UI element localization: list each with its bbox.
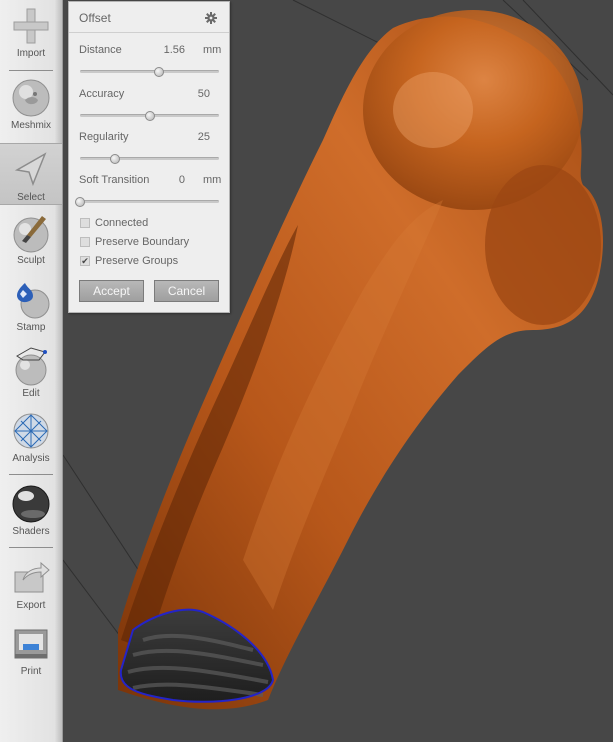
soft-transition-value[interactable]: 0 [179,174,185,186]
distance-slider-track[interactable] [80,67,219,77]
distance-unit: mm [203,44,222,56]
tool-label: Sculpt [17,255,45,266]
tool-stamp[interactable]: Stamp [0,280,62,333]
export-arrow-icon [14,561,50,593]
tool-label: Shaders [12,526,50,537]
plus-icon [13,8,49,44]
arrow-cursor-icon [14,152,47,187]
gear-icon[interactable] [205,12,217,24]
preserve-groups-option[interactable]: ✔ Preserve Groups [80,255,178,267]
toolbar-divider [9,70,53,71]
preserve-boundary-label: Preserve Boundary [95,236,190,248]
printer-icon [14,629,48,659]
tool-shaders[interactable]: Shaders [0,484,62,537]
bunny-sphere-icon [12,79,50,117]
accept-button[interactable]: Accept [79,280,144,302]
connected-option[interactable]: Connected [80,217,148,229]
tool-label: Stamp [16,322,46,333]
regularity-label: Regularity [79,131,129,143]
connected-checkbox[interactable] [80,218,90,228]
tool-analysis[interactable]: Analysis [0,411,62,464]
tool-label: Import [16,48,46,59]
distance-slider-handle[interactable] [154,67,165,77]
analysis-mesh-icon [13,413,49,449]
stamp-sphere-icon [17,283,50,319]
accuracy-slider-track[interactable] [80,111,219,121]
toolbar-divider [9,547,53,548]
tool-edit[interactable]: Edit [0,346,62,399]
tool-print[interactable]: Print [0,624,62,677]
toolbar-divider [9,474,53,475]
distance-label: Distance [79,44,122,56]
condyle-lobe [485,165,601,325]
tool-label: Analysis [12,453,50,464]
cancel-button[interactable]: Cancel [154,280,219,302]
preserve-boundary-option[interactable]: Preserve Boundary [80,236,189,248]
offset-panel: Offset Distance 1.56 mm Accuracy 50 Regu… [68,1,230,313]
preserve-groups-label: Preserve Groups [95,255,179,267]
tool-label: Print [20,666,42,677]
soft-transition-label: Soft Transition [79,174,150,186]
tool-label: Export [16,600,46,611]
regularity-slider-handle[interactable] [109,154,120,164]
connected-label: Connected [95,217,149,229]
preserve-boundary-checkbox[interactable] [80,237,90,247]
tool-import[interactable]: Import [0,6,62,59]
tool-select[interactable]: Select [0,143,62,205]
soft-transition-slider-handle[interactable] [75,197,85,207]
panel-header: Offset [69,2,229,33]
left-toolbar: Import Meshmix Select Sculpt Stamp Edit … [0,0,63,742]
tool-meshmix[interactable]: Meshmix [0,78,62,131]
chrome-sphere-icon [12,485,50,523]
accuracy-value[interactable]: 50 [198,88,210,100]
tool-label: Meshmix [10,120,51,131]
regularity-slider-track[interactable] [80,154,219,164]
tool-sculpt[interactable]: Sculpt [0,213,62,266]
brush-sphere-icon [13,216,49,253]
edit-mesh-icon [15,347,47,386]
head-highlight [393,72,473,148]
accuracy-slider-handle[interactable] [144,111,155,121]
accuracy-label: Accuracy [79,88,125,100]
regularity-value[interactable]: 25 [198,131,210,143]
distance-value[interactable]: 1.56 [164,44,185,56]
tool-export[interactable]: Export [0,558,62,611]
tool-label: Select [17,192,45,203]
panel-title: Offset [79,11,111,25]
soft-transition-slider-track[interactable] [75,197,219,207]
soft-transition-unit: mm [203,174,222,186]
preserve-groups-checkbox[interactable]: ✔ [80,256,90,266]
tool-label: Edit [22,388,40,399]
